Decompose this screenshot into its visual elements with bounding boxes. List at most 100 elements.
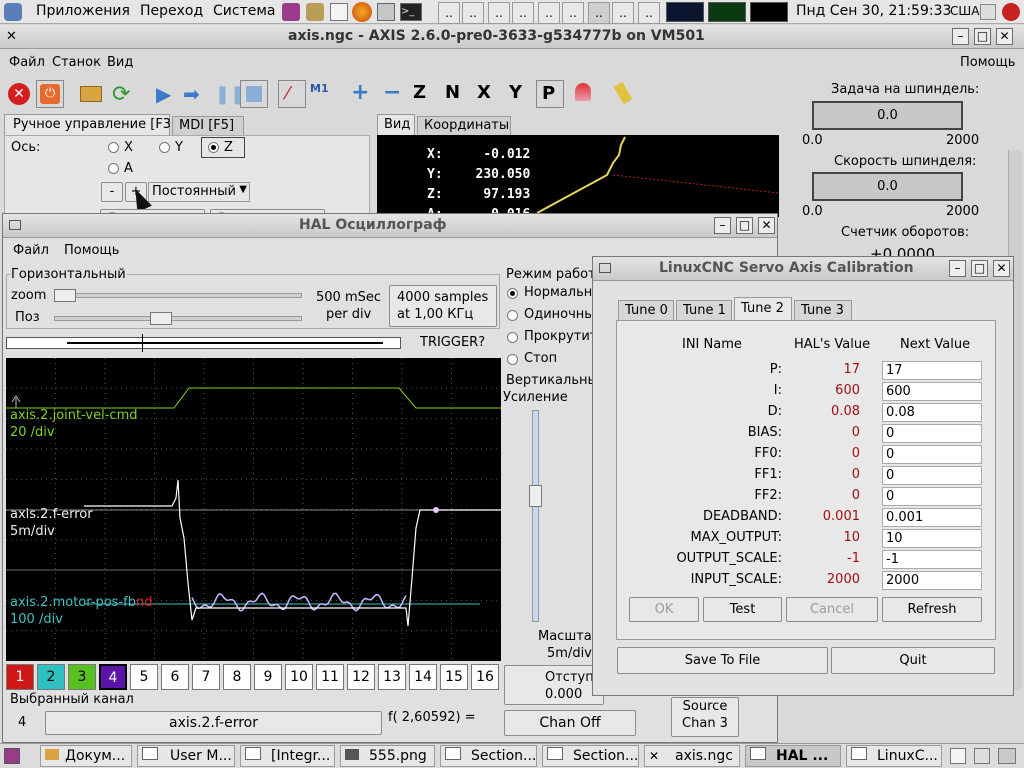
param-next-input[interactable]: 600: [882, 382, 982, 401]
view-x-icon[interactable]: X: [472, 80, 500, 108]
taskbar-item-9[interactable]: LinuxC...: [846, 745, 942, 767]
taskbar-item-5[interactable]: Section...: [440, 745, 537, 767]
preview-area[interactable]: X: -0.012 Y: 230.050 Z: 97.193 A: -0.016: [377, 135, 779, 217]
scope-menu-file[interactable]: Файл: [13, 243, 49, 258]
menu-places[interactable]: Переход: [140, 3, 203, 19]
offset-button[interactable]: Отступ 0.000: [504, 665, 604, 705]
close-button[interactable]: ✕: [996, 28, 1013, 45]
scope-display[interactable]: axis.2.joint-vel-cmd 20 /div axis.2.f-er…: [6, 358, 501, 661]
tray-button-6[interactable]: ..: [562, 2, 584, 24]
jog-mode-select[interactable]: Постоянный ▼: [148, 182, 250, 202]
estop-icon[interactable]: ✕: [6, 80, 34, 108]
notes-icon[interactable]: [950, 748, 966, 764]
param-next-input[interactable]: 0.001: [882, 508, 982, 527]
scope-titlebar[interactable]: HAL Осциллограф – □ ✕: [3, 214, 777, 238]
pause-icon[interactable]: ❚❚: [210, 80, 245, 108]
selected-channel-button[interactable]: axis.2.f-error: [45, 711, 382, 735]
tab-dro[interactable]: Координаты: [417, 116, 511, 136]
channel-5-button[interactable]: 5: [130, 664, 158, 690]
calib-tab-1[interactable]: Tune 1: [676, 300, 732, 321]
taskbar-item-8[interactable]: HAL ...: [745, 745, 841, 767]
tools-icon[interactable]: [306, 3, 324, 21]
zoom-in-icon[interactable]: +: [346, 80, 374, 108]
save-to-file-button[interactable]: Save To File: [617, 647, 828, 674]
radio-run-normal[interactable]: [507, 288, 518, 299]
calib-tab-0[interactable]: Tune 0: [618, 300, 674, 321]
minimize-button[interactable]: –: [952, 28, 969, 45]
jog-minus-button[interactable]: -: [101, 182, 123, 202]
channel-3-button[interactable]: 3: [68, 664, 96, 690]
gain-slider-track[interactable]: [532, 410, 539, 622]
tray-button-5[interactable]: ..: [538, 2, 560, 24]
param-next-input[interactable]: 0: [882, 466, 982, 485]
radio-run-roll[interactable]: [507, 332, 518, 343]
menu-view[interactable]: Вид: [107, 55, 133, 70]
reload-icon[interactable]: ⟳: [110, 80, 138, 108]
channel-1-button[interactable]: 1: [6, 664, 34, 690]
trigger-position-bar[interactable]: [6, 334, 401, 352]
channel-12-button[interactable]: 12: [347, 664, 375, 690]
menu-system[interactable]: Система: [213, 3, 275, 19]
tray-button-1[interactable]: ..: [438, 2, 460, 24]
samples-button[interactable]: 4000 samples at 1,00 КГц: [389, 285, 497, 327]
launcher-icon[interactable]: [282, 3, 300, 21]
terminal-icon[interactable]: >_: [400, 3, 422, 21]
radio-axis-x[interactable]: [108, 142, 119, 153]
view-z-icon[interactable]: Z: [408, 80, 436, 108]
gain-slider-handle[interactable]: [529, 485, 542, 507]
keyboard-layout[interactable]: США: [950, 4, 979, 18]
chan-off-button[interactable]: Chan Off: [504, 710, 636, 736]
view-p-icon[interactable]: P: [536, 80, 564, 108]
run-icon[interactable]: ▶: [150, 80, 178, 108]
scope-menu-help[interactable]: Помощь: [64, 243, 119, 258]
zoom-slider-handle[interactable]: [54, 289, 76, 302]
taskbar-item-4[interactable]: 555.png: [340, 745, 435, 767]
param-next-input[interactable]: 17: [882, 361, 982, 380]
param-next-input[interactable]: 10: [882, 529, 982, 548]
calib-tab-3[interactable]: Tune 3: [794, 300, 852, 321]
channel-9-button[interactable]: 9: [254, 664, 282, 690]
tray-button-4[interactable]: ..: [512, 2, 534, 24]
maximize-button[interactable]: □: [974, 28, 991, 45]
editor-icon[interactable]: [330, 3, 348, 21]
param-next-input[interactable]: 2000: [882, 571, 982, 590]
pos-slider-track[interactable]: [54, 316, 302, 321]
channel-2-button[interactable]: 2: [37, 664, 65, 690]
param-next-input[interactable]: 0: [882, 487, 982, 506]
clock[interactable]: Пнд Сен 30, 21:59:33: [796, 3, 951, 19]
tray-button-8[interactable]: ..: [612, 2, 634, 24]
stop-icon[interactable]: [240, 80, 268, 108]
param-next-input[interactable]: 0.08: [882, 403, 982, 422]
calib-tab-2[interactable]: Tune 2: [734, 297, 792, 322]
firefox-icon[interactable]: [352, 2, 372, 22]
taskbar-item-7[interactable]: ✕ axis.ngc: [644, 745, 740, 767]
channel-8-button[interactable]: 8: [223, 664, 251, 690]
taskbar-item-3[interactable]: [Integr...: [240, 745, 335, 767]
open-file-icon[interactable]: [78, 80, 106, 108]
radio-run-stop[interactable]: [507, 354, 518, 365]
ok-button[interactable]: OK: [629, 597, 699, 622]
zoom-out-icon[interactable]: −: [376, 80, 404, 108]
radio-axis-z[interactable]: [208, 142, 219, 153]
taskbar-item-1[interactable]: Докум...: [40, 745, 132, 767]
channel-11-button[interactable]: 11: [316, 664, 344, 690]
refresh-button[interactable]: Refresh: [882, 597, 982, 622]
test-button[interactable]: Test: [703, 597, 782, 622]
channel-15-button[interactable]: 15: [440, 664, 468, 690]
clear-plot-icon[interactable]: [612, 80, 640, 108]
tray-button-2[interactable]: ..: [462, 2, 484, 24]
pos-slider-handle[interactable]: [150, 312, 172, 325]
channel-4-button[interactable]: 4: [99, 664, 127, 690]
calib-close-button[interactable]: ✕: [993, 260, 1010, 277]
radio-run-single[interactable]: [507, 310, 518, 321]
power-toggle-icon[interactable]: ⏻: [36, 80, 64, 108]
power-icon[interactable]: [1002, 3, 1020, 21]
step-icon[interactable]: ➡: [180, 80, 208, 108]
radio-axis-y[interactable]: [159, 142, 170, 153]
taskbar-item-2[interactable]: User M...: [137, 745, 235, 767]
optional-stop-icon[interactable]: M1: [306, 80, 334, 108]
trash-icon[interactable]: [974, 748, 990, 764]
zoom-slider-track[interactable]: [54, 293, 302, 298]
scope-minimize-button[interactable]: –: [714, 217, 731, 234]
channel-13-button[interactable]: 13: [378, 664, 406, 690]
